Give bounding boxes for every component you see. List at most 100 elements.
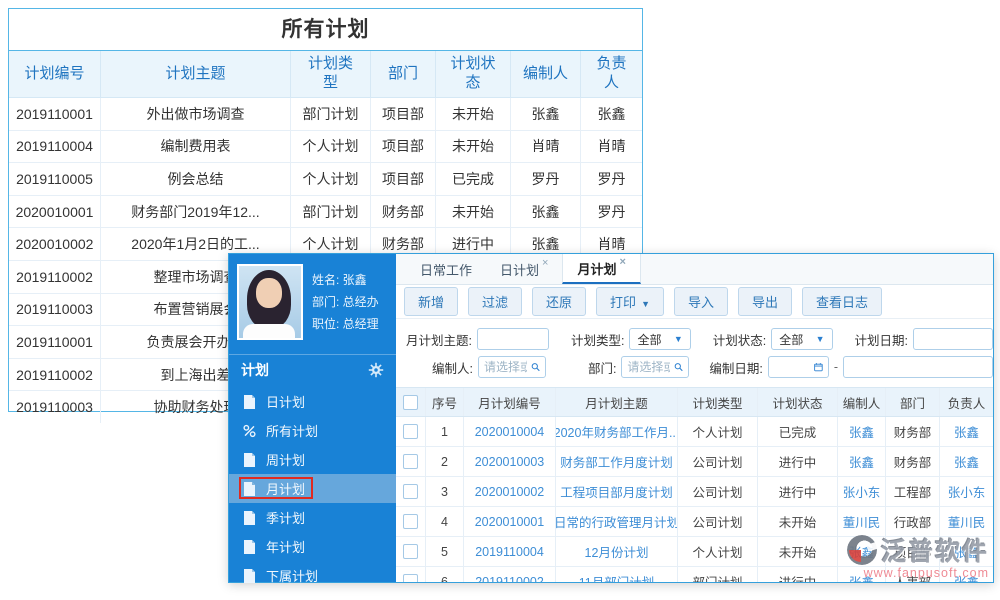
close-icon[interactable]: ×: [542, 257, 548, 269]
table-row[interactable]: 2019110001 外出做市场调查 部门计划 项目部 未开始 张鑫 张鑫: [9, 98, 642, 131]
cell-month-plan-id[interactable]: 2020010003: [464, 447, 556, 476]
print-button[interactable]: 打印▼: [596, 287, 664, 316]
cell-month-plan-subject[interactable]: 工程项目部月度计划: [556, 477, 678, 506]
cell-month-plan-id[interactable]: 2020010001: [464, 507, 556, 536]
import-button[interactable]: 导入: [674, 287, 728, 316]
cell-compiler[interactable]: 张小东: [838, 477, 886, 506]
avatar-face: [256, 278, 282, 308]
compile-date-box[interactable]: [768, 356, 829, 378]
cell-month-plan-subject[interactable]: 11月部门计划: [556, 567, 678, 582]
row-checkbox[interactable]: [403, 454, 418, 469]
cell-owner[interactable]: 董川民: [940, 507, 993, 536]
sidebar-item-quarter-plan[interactable]: 季计划: [229, 503, 396, 532]
search-icon[interactable]: [674, 361, 683, 373]
dept-input[interactable]: [627, 360, 670, 374]
sidebar-section-plan: 计划: [229, 354, 396, 385]
sidebar-item-month-plan[interactable]: 月计划: [229, 474, 396, 503]
search-icon[interactable]: [531, 361, 540, 373]
filter-button[interactable]: 过滤: [468, 287, 522, 316]
cell-month-plan-subject[interactable]: 日常的行政管理月计划: [556, 507, 678, 536]
table-row[interactable]: 2019110004 编制费用表 个人计划 项目部 未开始 肖晴 肖晴: [9, 131, 642, 164]
subject-input[interactable]: [477, 328, 549, 350]
compiler-input[interactable]: [484, 360, 527, 374]
tab-month-plan[interactable]: 月计划 ×: [562, 254, 640, 284]
select-all-checkbox[interactable]: [403, 395, 418, 410]
row-checkbox[interactable]: [403, 574, 418, 582]
cell-month-plan-id[interactable]: 2019110004: [464, 537, 556, 566]
cell-plan-status: 未开始: [436, 131, 511, 163]
tab-daily-work[interactable]: 日常工作: [406, 254, 486, 284]
type-select[interactable]: 全部 ▼: [629, 328, 690, 350]
cell-owner[interactable]: 张鑫: [940, 417, 993, 446]
sidebar-item-week-plan[interactable]: 周计划: [229, 445, 396, 474]
close-icon[interactable]: ×: [619, 256, 625, 268]
cell-compiler[interactable]: 张鑫: [838, 417, 886, 446]
view-log-button[interactable]: 查看日志: [802, 287, 882, 316]
add-button[interactable]: 新增: [404, 287, 458, 316]
cell-month-plan-subject[interactable]: 12月份计划: [556, 537, 678, 566]
status-select-value: 全部: [779, 331, 803, 348]
gear-icon[interactable]: [368, 362, 384, 378]
restore-button[interactable]: 还原: [532, 287, 586, 316]
cell-compiler[interactable]: 张鑫: [838, 447, 886, 476]
cell-owner[interactable]: 张鑫: [940, 537, 993, 566]
cell-month-plan-id[interactable]: 2020010004: [464, 417, 556, 446]
cell-owner[interactable]: 张鑫: [940, 567, 993, 582]
sidebar-item-day-plan[interactable]: 日计划: [229, 387, 396, 416]
table-row[interactable]: 3 2020010002 工程项目部月度计划 公司计划 进行中 张小东 工程部 …: [396, 477, 993, 507]
row-checkbox[interactable]: [403, 544, 418, 559]
cell-compiler[interactable]: 张鑫: [838, 537, 886, 566]
status-select[interactable]: 全部 ▼: [771, 328, 832, 350]
col-month-plan-id: 月计划编号: [464, 388, 556, 416]
export-button[interactable]: 导出: [738, 287, 792, 316]
cell-seq: 6: [426, 567, 464, 582]
sidebar-item-year-plan[interactable]: 年计划: [229, 532, 396, 561]
compile-date-input[interactable]: [774, 360, 810, 374]
calendar-icon[interactable]: [814, 361, 823, 373]
table-row[interactable]: 2020010001 财务部门2019年12... 部门计划 财务部 未开始 张…: [9, 196, 642, 229]
cell-plan-status: 未开始: [758, 537, 838, 566]
cell-owner[interactable]: 张小东: [940, 477, 993, 506]
sidebar-item-label: 周计划: [266, 450, 305, 469]
table-row[interactable]: 5 2019110004 12月份计划 个人计划 未开始 张鑫 项目部 张鑫: [396, 537, 993, 567]
table-row[interactable]: 6 2019110002 11月部门计划 部门计划 进行中 张鑫 人事部 张鑫: [396, 567, 993, 582]
status-label: 计划状态:: [713, 330, 766, 349]
cell-month-plan-subject[interactable]: 2020年财务部工作月...: [556, 417, 678, 446]
sidebar-item-subordinate-plan[interactable]: 下属计划: [229, 561, 396, 590]
cell-seq: 5: [426, 537, 464, 566]
table-row[interactable]: 2 2020010003 财务部工作月度计划 公司计划 进行中 张鑫 财务部 张…: [396, 447, 993, 477]
cell-plan-id: 2019110004: [9, 131, 101, 163]
cell-compiler[interactable]: 董川民: [838, 507, 886, 536]
row-checkbox[interactable]: [403, 484, 418, 499]
cell-plan-type: 个人计划: [291, 131, 371, 163]
row-checkbox[interactable]: [403, 424, 418, 439]
col-plan-type: 计划类型: [678, 388, 758, 416]
cell-plan-type: 部门计划: [291, 98, 371, 130]
sidebar-item-all-plans[interactable]: 所有计划: [229, 416, 396, 445]
tab-label: 日计划: [500, 260, 539, 279]
cell-dept: 行政部: [886, 507, 940, 536]
dept-input-box[interactable]: [621, 356, 689, 378]
cell-plan-type: 公司计划: [678, 477, 758, 506]
cell-month-plan-id[interactable]: 2020010002: [464, 477, 556, 506]
range-end-input[interactable]: [843, 356, 993, 378]
type-select-value: 全部: [637, 331, 661, 348]
row-checkbox[interactable]: [403, 514, 418, 529]
chevron-down-icon: ▼: [816, 334, 825, 344]
cell-owner[interactable]: 张鑫: [940, 447, 993, 476]
cell-compiler[interactable]: 张鑫: [838, 567, 886, 582]
plan-date-input[interactable]: [913, 328, 993, 350]
profile-dept: 部门: 总经办: [312, 293, 379, 310]
subject-label: 月计划主题:: [406, 330, 472, 349]
table-row[interactable]: 2019110005 例会总结 个人计划 项目部 已完成 罗丹 罗丹: [9, 163, 642, 196]
cell-plan-id: 2020010001: [9, 196, 101, 228]
table-row[interactable]: 4 2020010001 日常的行政管理月计划 公司计划 未开始 董川民 行政部…: [396, 507, 993, 537]
cell-month-plan-id[interactable]: 2019110002: [464, 567, 556, 582]
table-row[interactable]: 1 2020010004 2020年财务部工作月... 个人计划 已完成 张鑫 …: [396, 417, 993, 447]
plan-table: 序号 月计划编号 月计划主题 计划类型 计划状态 编制人 部门 负责人 1 20…: [396, 387, 993, 582]
tab-day-plan[interactable]: 日计划 ×: [486, 254, 562, 284]
file-icon: [243, 569, 256, 583]
cell-month-plan-subject[interactable]: 财务部工作月度计划: [556, 447, 678, 476]
compiler-input-box[interactable]: [478, 356, 546, 378]
sidebar-item-label: 季计划: [266, 508, 305, 527]
